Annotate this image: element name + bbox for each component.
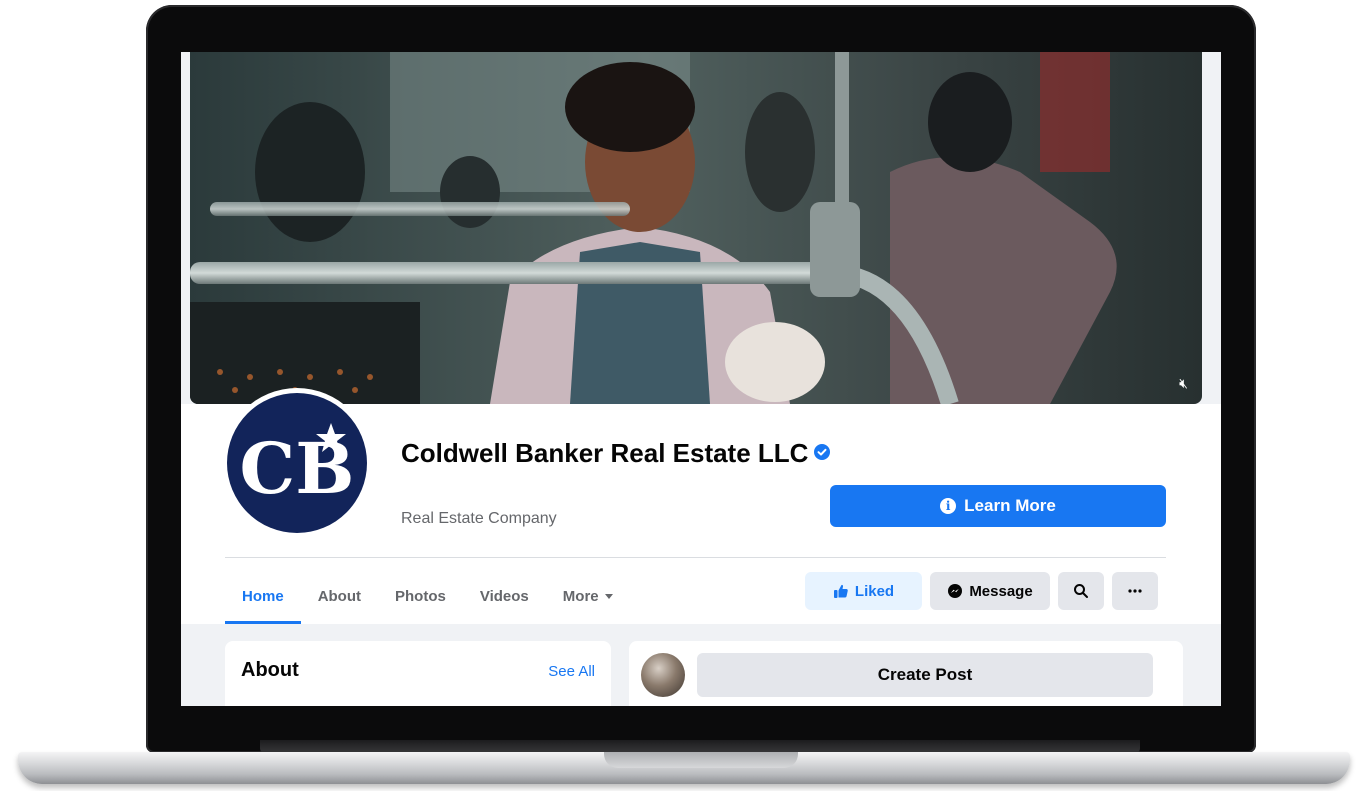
laptop-notch — [604, 752, 798, 768]
see-all-link[interactable]: See All — [548, 663, 595, 680]
ellipsis-icon — [1128, 589, 1142, 593]
page-tabs: Home About Photos Videos More — [225, 572, 630, 624]
info-icon: i — [940, 498, 957, 514]
tab-more[interactable]: More — [546, 572, 630, 620]
liked-button[interactable]: Liked — [805, 572, 922, 610]
search-icon — [1074, 584, 1088, 598]
thumbs-up-icon — [833, 584, 848, 598]
user-avatar[interactable] — [641, 653, 685, 697]
create-post-button[interactable]: Create Post — [697, 653, 1153, 697]
page-avatar[interactable]: CB — [222, 388, 372, 538]
tab-home[interactable]: Home — [225, 572, 301, 624]
page-name: Coldwell Banker Real Estate LLC — [401, 438, 809, 468]
tab-photos[interactable]: Photos — [378, 572, 463, 620]
messenger-icon — [948, 584, 963, 598]
message-button[interactable]: Message — [930, 572, 1050, 610]
learn-more-button[interactable]: i Learn More — [830, 485, 1166, 527]
about-card: About See All — [225, 641, 611, 706]
page-category: Real Estate Company — [401, 510, 557, 527]
speaker-muted-icon[interactable]: 🔇︎ — [1179, 376, 1188, 392]
header-divider — [225, 557, 1166, 558]
tab-more-label: More — [562, 587, 599, 605]
coldwell-banker-logo: CB — [227, 393, 367, 533]
liked-label: Liked — [854, 582, 895, 600]
laptop-mockup: 🔇︎ CB Coldwell Banker Real Estate LLC Re… — [0, 0, 1365, 791]
search-button[interactable] — [1058, 572, 1104, 610]
learn-more-label: Learn More — [964, 496, 1056, 515]
more-options-button[interactable] — [1112, 572, 1158, 610]
tab-about[interactable]: About — [301, 572, 378, 620]
caret-down-icon — [604, 593, 613, 599]
page-header: CB Coldwell Banker Real Estate LLC Real … — [181, 388, 1221, 624]
page-actions: Liked Message — [805, 572, 1158, 610]
message-label: Message — [969, 582, 1033, 600]
about-title: About — [241, 659, 299, 681]
verified-badge-icon — [814, 444, 831, 461]
cover-video-frame — [190, 52, 1202, 404]
composer-card: Create Post — [629, 641, 1183, 706]
facebook-page-screen: 🔇︎ CB Coldwell Banker Real Estate LLC Re… — [181, 52, 1221, 706]
cover-video[interactable]: 🔇︎ — [190, 52, 1202, 404]
tab-videos[interactable]: Videos — [463, 572, 546, 620]
page-title: Coldwell Banker Real Estate LLC — [401, 438, 831, 469]
